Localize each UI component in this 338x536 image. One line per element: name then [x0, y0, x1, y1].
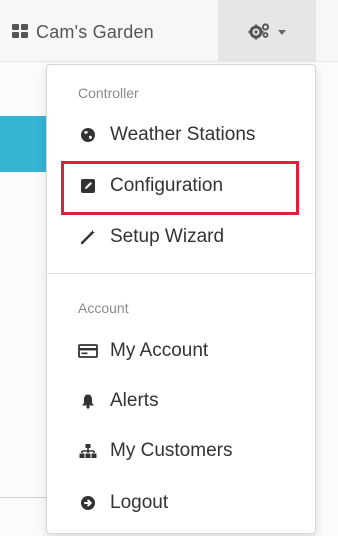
background-divider — [0, 497, 46, 498]
menu-item-label: Logout — [110, 492, 169, 513]
sitemap-icon — [78, 441, 98, 461]
background-blue-tab — [0, 116, 46, 172]
navbar: Cam's Garden — [0, 0, 338, 62]
brand-link[interactable]: Cam's Garden — [12, 20, 154, 44]
globe-icon — [78, 125, 98, 145]
menu-item-weather-stations[interactable]: Weather Stations — [47, 115, 315, 155]
controller-header: Controller — [78, 85, 139, 101]
menu-item-setup-wizard[interactable]: Setup Wizard — [47, 217, 315, 257]
menu-item-my-account[interactable]: My Account — [47, 331, 315, 371]
menu-item-alerts[interactable]: Alerts — [47, 381, 315, 421]
menu-item-label: My Account — [110, 340, 209, 361]
brand-label: Cam's Garden — [36, 21, 154, 42]
menu-divider — [47, 273, 315, 274]
bell-icon — [78, 391, 98, 411]
menu-item-label: Weather Stations — [110, 124, 256, 145]
gears-icon — [248, 22, 270, 40]
menu-item-label: My Customers — [110, 440, 233, 461]
grid-icon — [12, 24, 30, 40]
menu-item-label: Alerts — [110, 390, 159, 411]
logout-icon — [78, 493, 98, 513]
settings-dropdown-toggle[interactable] — [218, 0, 316, 62]
highlight-box — [61, 161, 299, 215]
menu-item-label: Setup Wizard — [110, 226, 225, 247]
card-icon — [78, 341, 98, 361]
account-header: Account — [78, 300, 129, 316]
magic-wand-icon — [78, 227, 98, 247]
menu-item-my-customers[interactable]: My Customers — [47, 431, 315, 471]
caret-down-icon — [278, 29, 286, 35]
settings-dropdown-menu: Controller Weather Stations Configuratio… — [46, 64, 316, 534]
menu-item-logout[interactable]: Logout — [47, 483, 315, 523]
